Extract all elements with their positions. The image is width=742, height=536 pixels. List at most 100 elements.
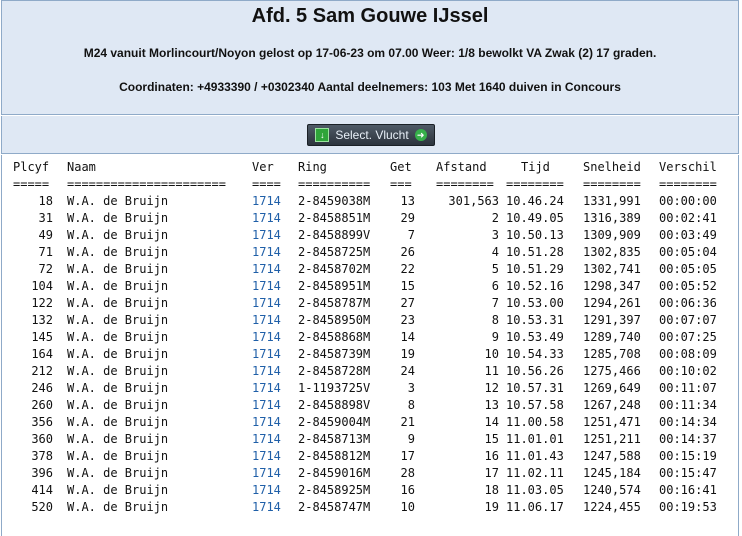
cell-get: 26 — [400, 245, 415, 259]
col-ring: Ring — [298, 160, 327, 174]
cell-plcyf: 132 — [31, 313, 53, 327]
cell-ver[interactable]: 1714 — [252, 398, 281, 412]
table-row: 164 W.A. de Bruijn 1714 2-8458739M 19 10 10.54… — [2, 347, 738, 364]
cell-snelheid: 1247,588 — [583, 449, 641, 463]
cell-ver[interactable]: 1714 — [252, 449, 281, 463]
cell-naam: W.A. de Bruijn — [67, 449, 169, 463]
cell-snelheid: 1289,740 — [583, 330, 641, 344]
cell-ver[interactable]: 1714 — [252, 262, 281, 276]
cell-verschil: 00:05:52 — [659, 279, 717, 293]
col-snelheid: Snelheid — [583, 160, 641, 174]
cell-tijd: 10.56.26 — [506, 364, 564, 378]
race-header: Afd. 5 Sam Gouwe IJssel M24 vanuit Morli… — [1, 0, 739, 115]
table-row: 360 W.A. de Bruijn 1714 2-8458713M 9 15 11.01.… — [2, 432, 738, 449]
cell-snelheid: 1269,649 — [583, 381, 641, 395]
sep-ver: ==== — [252, 177, 281, 191]
sep-get: === — [390, 177, 412, 191]
cell-naam: W.A. de Bruijn — [67, 347, 169, 361]
cell-ring: 2-8458728M — [298, 364, 371, 378]
cell-ver[interactable]: 1714 — [252, 194, 281, 208]
cell-ver[interactable]: 1714 — [252, 483, 281, 497]
cell-ver[interactable]: 1714 — [252, 330, 281, 344]
table-row: 246 W.A. de Bruijn 1714 1-1193725V 3 12 10.57.… — [2, 381, 738, 398]
cell-afstand: 17 — [484, 466, 499, 480]
cell-verschil: 00:11:07 — [659, 381, 717, 395]
col-tijd: Tijd — [521, 160, 550, 174]
table-row: 122 W.A. de Bruijn 1714 2-8458787M 27 7 10.53.… — [2, 296, 738, 313]
cell-ring: 2-8459004M — [298, 415, 371, 429]
cell-ver[interactable]: 1714 — [252, 228, 281, 242]
cell-ver[interactable]: 1714 — [252, 347, 281, 361]
cell-tijd: 10.57.58 — [506, 398, 564, 412]
cell-ver[interactable]: 1714 — [252, 364, 281, 378]
cell-ring: 2-8458898V — [298, 398, 371, 412]
cell-snelheid: 1240,574 — [583, 483, 641, 497]
cell-plcyf: 212 — [31, 364, 53, 378]
cell-naam: W.A. de Bruijn — [67, 364, 169, 378]
cell-get: 24 — [400, 364, 415, 378]
arrow-right-icon: ➜ — [414, 129, 427, 141]
cell-snelheid: 1294,261 — [583, 296, 641, 310]
cell-verschil: 00:14:37 — [659, 432, 717, 446]
cell-ring: 2-8459016M — [298, 466, 371, 480]
cell-tijd: 11.02.11 — [506, 466, 564, 480]
table-row: 520 W.A. de Bruijn 1714 2-8458747M 10 19 11.06… — [2, 500, 738, 517]
cell-afstand: 9 — [491, 330, 499, 344]
cell-naam: W.A. de Bruijn — [67, 228, 169, 242]
cell-snelheid: 1251,211 — [583, 432, 641, 446]
cell-ver[interactable]: 1714 — [252, 245, 281, 259]
cell-afstand: 3 — [491, 228, 499, 242]
cell-tijd: 10.53.00 — [506, 296, 564, 310]
cell-snelheid: 1298,347 — [583, 279, 641, 293]
cell-ver[interactable]: 1714 — [252, 500, 281, 514]
cell-ver[interactable]: 1714 — [252, 466, 281, 480]
cell-tijd: 10.57.31 — [506, 381, 564, 395]
cell-ring: 2-8458925M — [298, 483, 371, 497]
table-row: 31 W.A. de Bruijn 1714 2-8458851M 29 2 10.49.0… — [2, 211, 738, 228]
cell-ver[interactable]: 1714 — [252, 211, 281, 225]
cell-snelheid: 1285,708 — [583, 347, 641, 361]
cell-ver[interactable]: 1714 — [252, 279, 281, 293]
cell-plcyf: 31 — [38, 211, 53, 225]
cell-ver[interactable]: 1714 — [252, 432, 281, 446]
cell-plcyf: 414 — [31, 483, 53, 497]
cell-verschil: 00:15:19 — [659, 449, 717, 463]
table-row: 71 W.A. de Bruijn 1714 2-8458725M 26 4 10.51.2… — [2, 245, 738, 262]
cell-afstand: 4 — [491, 245, 499, 259]
table-separator: ===== ====================== ==== ======… — [2, 177, 738, 194]
cell-plcyf: 356 — [31, 415, 53, 429]
cell-ring: 2-8458725M — [298, 245, 371, 259]
cell-tijd: 10.50.13 — [506, 228, 564, 242]
cell-verschil: 00:19:53 — [659, 500, 717, 514]
cell-get: 7 — [407, 228, 415, 242]
cell-ring: 2-8458747M — [298, 500, 371, 514]
cell-ring: 2-8458812M — [298, 449, 371, 463]
cell-afstand: 19 — [484, 500, 499, 514]
cell-naam: W.A. de Bruijn — [67, 483, 169, 497]
cell-afstand: 6 — [491, 279, 499, 293]
cell-verschil: 00:00:00 — [659, 194, 717, 208]
cell-snelheid: 1267,248 — [583, 398, 641, 412]
cell-get: 3 — [407, 381, 415, 395]
cell-tijd: 10.52.16 — [506, 279, 564, 293]
cell-ver[interactable]: 1714 — [252, 381, 281, 395]
cell-ver[interactable]: 1714 — [252, 415, 281, 429]
table-row: 132 W.A. de Bruijn 1714 2-8458950M 23 8 10.53.… — [2, 313, 738, 330]
cell-verschil: 00:05:04 — [659, 245, 717, 259]
table-row: 49 W.A. de Bruijn 1714 2-8458899V 7 3 10.50.13… — [2, 228, 738, 245]
col-verschil: Verschil — [659, 160, 717, 174]
cell-naam: W.A. de Bruijn — [67, 279, 169, 293]
cell-ver[interactable]: 1714 — [252, 296, 281, 310]
cell-afstand: 16 — [484, 449, 499, 463]
table-row: 378 W.A. de Bruijn 1714 2-8458812M 17 16 11.01… — [2, 449, 738, 466]
cell-naam: W.A. de Bruijn — [67, 194, 169, 208]
cell-snelheid: 1316,389 — [583, 211, 641, 225]
cell-verschil: 00:10:02 — [659, 364, 717, 378]
cell-get: 28 — [400, 466, 415, 480]
cell-ver[interactable]: 1714 — [252, 313, 281, 327]
cell-ring: 2-8458951M — [298, 279, 371, 293]
select-flight-button[interactable]: ↓ Select. Vlucht ➜ — [307, 124, 435, 146]
cell-get: 14 — [400, 330, 415, 344]
cell-naam: W.A. de Bruijn — [67, 500, 169, 514]
cell-ring: 2-8458713M — [298, 432, 371, 446]
